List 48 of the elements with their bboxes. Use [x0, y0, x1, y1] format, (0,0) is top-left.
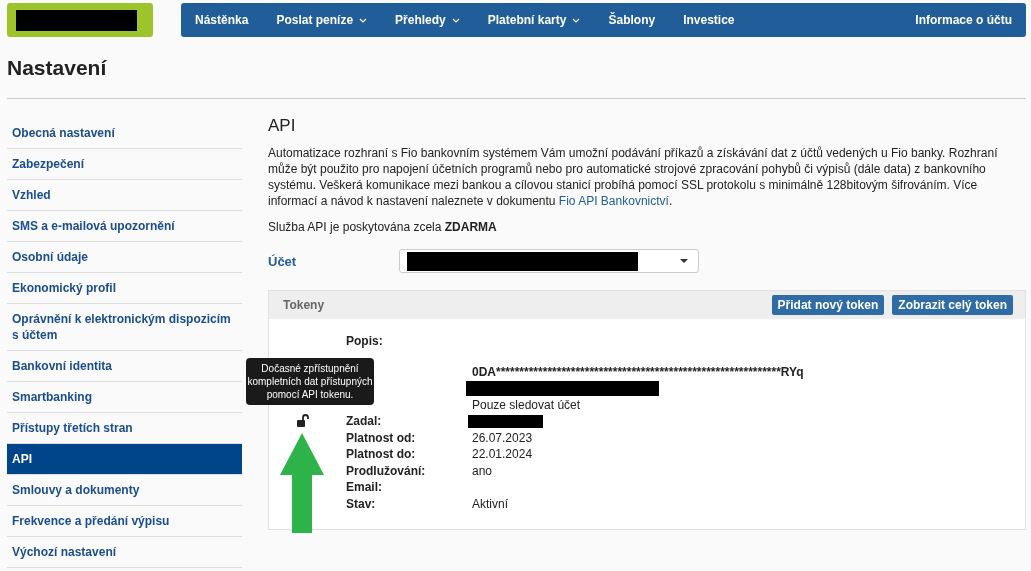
- sidebar-item[interactable]: Oprávnění k elektronickým dispozicím s účtem: [7, 304, 242, 351]
- sidebar-item[interactable]: Osobní údaje: [7, 242, 242, 273]
- nav-item[interactable]: Investice: [683, 13, 735, 27]
- field-value: 26.07.2023: [472, 430, 533, 445]
- sidebar-item[interactable]: Smartbanking: [7, 382, 242, 413]
- token-value: 0DA*************************************************************RYq: [472, 364, 804, 379]
- field-label: Zadal:: [346, 414, 382, 428]
- field-label: Platnost do:: [346, 447, 416, 461]
- section-title: API: [268, 116, 297, 136]
- account-select[interactable]: [399, 249, 699, 273]
- panel-title: Tokeny: [283, 298, 325, 312]
- panel-button[interactable]: Přidat nový token: [771, 295, 885, 315]
- field-label: Stav:: [346, 496, 376, 511]
- account-label: Účet: [268, 253, 298, 269]
- field-value: Pouze sledovat účet: [472, 397, 581, 412]
- field-value: Aktivní: [472, 496, 508, 511]
- field-label: Platnost od:: [346, 430, 416, 445]
- nav-item[interactable]: Platební karty: [487, 13, 581, 27]
- nav-item[interactable]: Šablony: [608, 13, 656, 27]
- caret-icon: [680, 259, 688, 263]
- account-link[interactable]: Informace o účtu: [915, 13, 1012, 27]
- sidebar-item[interactable]: API: [7, 444, 242, 475]
- sidebar-item[interactable]: Obecná nastavení: [7, 118, 242, 149]
- sidebar-item[interactable]: Bankovní identita: [7, 351, 242, 382]
- nav-item[interactable]: Nástěnka: [195, 13, 249, 27]
- arrow-icon: [280, 433, 324, 533]
- document-link[interactable]: Fio API Bankovnictví: [558, 194, 669, 208]
- sidebar-item[interactable]: Zabezpečení: [7, 149, 242, 180]
- pricing-note: Služba API je poskytována zcela ZDARMA: [268, 219, 498, 235]
- logo-panel[interactable]: [7, 3, 153, 37]
- sidebar-item[interactable]: Výchozí nastavení: [7, 537, 242, 568]
- field-label: Email:: [346, 480, 382, 494]
- panel-button[interactable]: Zobrazit celý token: [892, 295, 1013, 315]
- field-label: Popis:: [346, 334, 383, 348]
- sidebar-item[interactable]: Ekonomický profil: [7, 273, 242, 304]
- field-value: ano: [472, 463, 493, 478]
- description-text: Automatizace rozhraní s Fio bankovním systémem Vám umožní podávání příkazů a získávání dat z účtů vedených u Fio banky. Rozhraní může být použito pro napojení účetních programů nebo pro automatické strojové zpracování pohybů či výpisů (dále data) z bankovního systému. Veškerá komunikace mezi bankou a cílovou stanicí probíhá pomocí SSL protokolu s minimálně 128bitovým šifrováním. Více informací a návod k nastavení naleznete v dokumentu Fio API Bankovnictví.: [268, 145, 999, 209]
- tooltip: Dočasné zpřístupnění kompletních dat přístupných pomocí API tokenu.: [246, 358, 374, 405]
- sidebar-item[interactable]: SMS a e-mailová upozornění: [7, 211, 242, 242]
- nav-item[interactable]: Poslat peníze: [276, 13, 368, 27]
- sidebar-item[interactable]: Vzhled: [7, 180, 242, 211]
- nav-item[interactable]: Přehledy: [395, 13, 460, 27]
- page-title: Nastavení: [7, 56, 108, 81]
- field-value: 22.01.2024: [472, 447, 533, 461]
- sidebar-item[interactable]: Smlouvy a dokumenty: [7, 475, 242, 506]
- unlock-icon[interactable]: [296, 414, 310, 428]
- field-label: Prodlužování:: [346, 463, 426, 478]
- sidebar-item[interactable]: Frekvence a předání výpisu: [7, 506, 242, 537]
